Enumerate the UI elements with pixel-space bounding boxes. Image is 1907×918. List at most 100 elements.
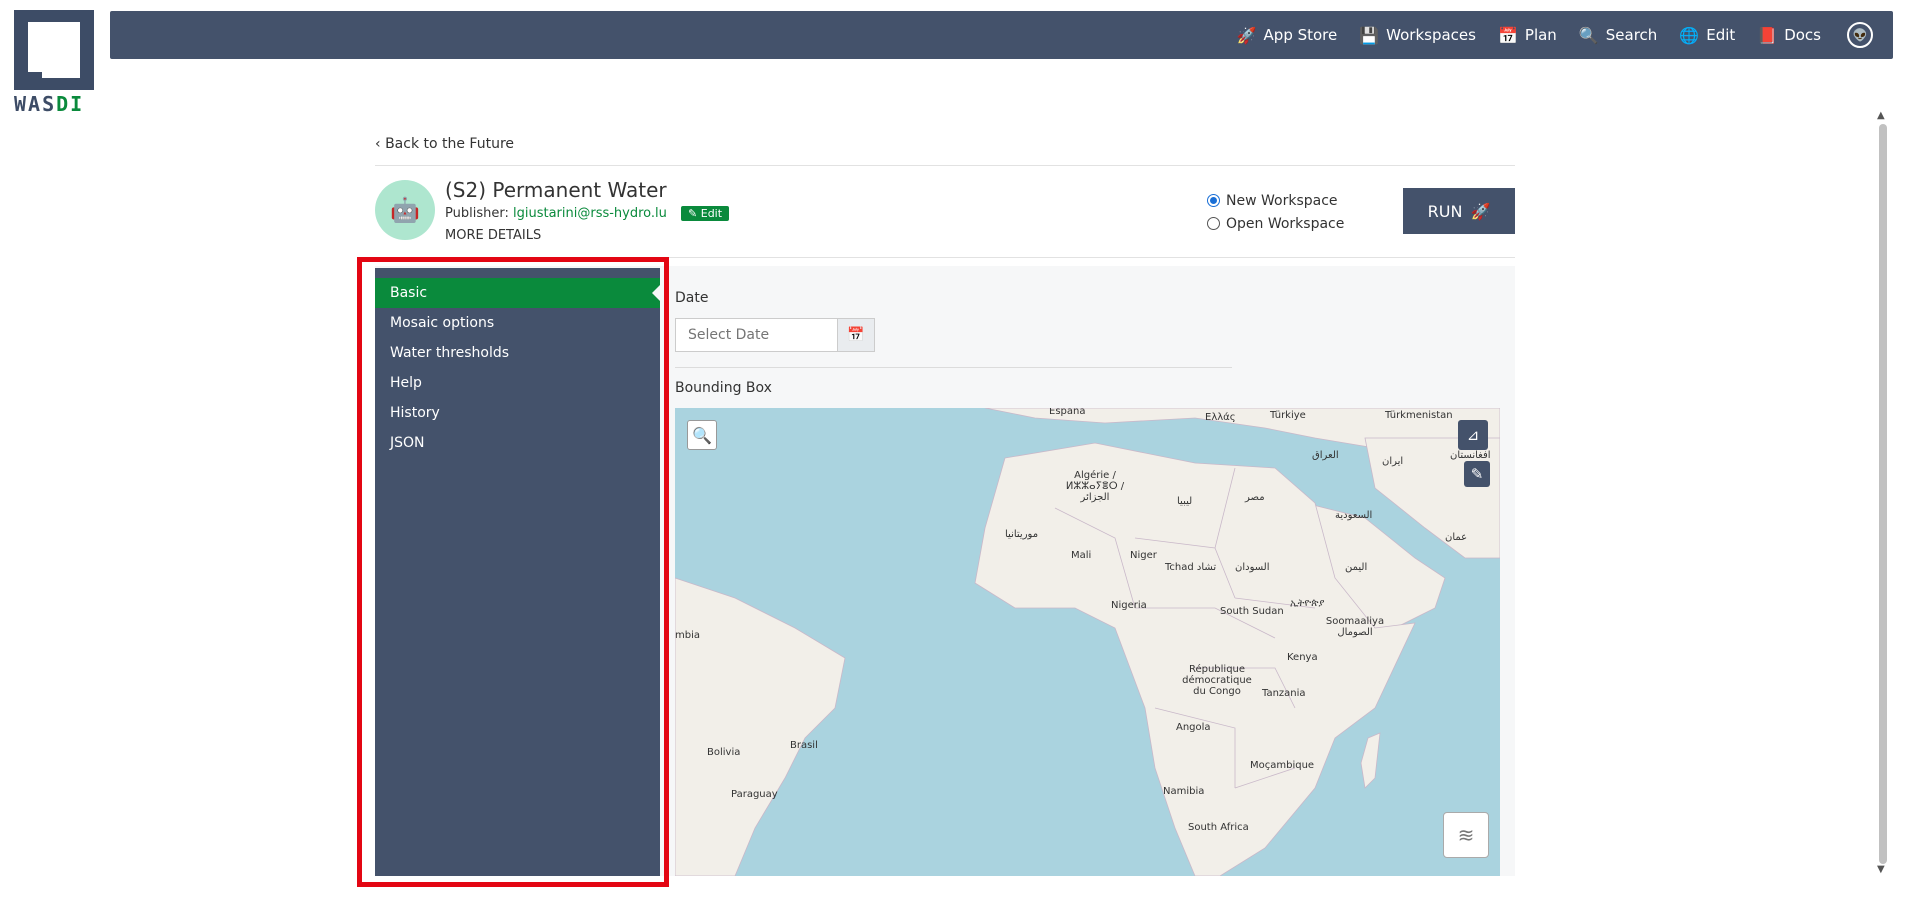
nav-edit[interactable]: 🌐 Edit (1679, 26, 1735, 45)
map-label: السودان (1235, 562, 1270, 573)
map-layers-button[interactable]: ≋ (1443, 812, 1489, 858)
open-workspace-radio[interactable]: Open Workspace (1207, 212, 1344, 235)
back-link[interactable]: ‹ Back to the Future (375, 136, 514, 152)
bounding-box-label: Bounding Box (675, 380, 772, 396)
map-label: ليبيا (1177, 496, 1193, 507)
map-label: Kenya (1287, 652, 1318, 663)
radio-label: Open Workspace (1226, 215, 1345, 232)
map-label: mbia (675, 630, 700, 641)
map-label: ኢትዮጵያ (1290, 598, 1325, 609)
map-label: Türkmenistan (1385, 410, 1453, 421)
page-scrollbar[interactable]: ▲ ▼ (1872, 110, 1894, 880)
book-icon: 📕 (1757, 25, 1778, 45)
map-label: افغانستان (1450, 450, 1491, 461)
map-label: South Sudan (1220, 606, 1284, 617)
map-label: République démocratique du Congo (1182, 664, 1252, 697)
map-label: Soomaaliya الصومال (1325, 616, 1385, 638)
map-label: Tchad تشاد (1165, 562, 1217, 573)
logo-mark (14, 10, 94, 90)
map-label: Namibia (1163, 786, 1205, 797)
publisher-line: Publisher: lgiustarini@rss-hydro.lu ✎ Ed… (445, 206, 730, 221)
new-workspace-radio[interactable]: New Workspace (1207, 189, 1344, 212)
date-label: Date (675, 290, 709, 306)
radio-label: New Workspace (1226, 192, 1338, 209)
map-label: العراق (1312, 450, 1339, 461)
map-label: ایران (1382, 456, 1404, 467)
sidebar-item-mosaic-options[interactable]: Mosaic options (375, 308, 660, 338)
publisher-email-link[interactable]: lgiustarini@rss-hydro.lu (513, 206, 667, 221)
map-label: Tanzania (1262, 688, 1306, 699)
wasdi-logo[interactable]: WASDI (14, 10, 94, 116)
user-avatar-icon[interactable]: 👽 (1847, 22, 1873, 48)
calendar-icon[interactable]: 📅 (837, 318, 875, 352)
date-input[interactable] (675, 318, 838, 352)
edit-icon: ✎ (1470, 465, 1484, 483)
nav-label: App Store (1263, 26, 1338, 44)
publisher-label: Publisher: (445, 206, 509, 221)
divider (375, 165, 1515, 166)
sidebar-item-basic[interactable]: Basic (375, 278, 660, 308)
nav-label: Plan (1524, 26, 1557, 44)
map-label: Paraguay (731, 789, 778, 800)
map-label: Angola (1176, 722, 1211, 733)
sidebar-item-water-thresholds[interactable]: Water thresholds (375, 338, 660, 368)
scroll-down-icon[interactable]: ▼ (1877, 864, 1885, 875)
scroll-up-icon[interactable]: ▲ (1877, 110, 1885, 121)
calendar-icon: 📅 (1497, 25, 1518, 45)
radio-checked-icon (1207, 194, 1220, 207)
rocket-icon: 🚀 (1236, 25, 1257, 45)
map-label: Türkiye (1270, 410, 1306, 421)
map-edit-tool-button[interactable]: ✎ (1464, 461, 1490, 487)
save-icon: 💾 (1359, 25, 1380, 45)
nav-label: Search (1605, 26, 1658, 44)
params-sidebar: Basic Mosaic options Water thresholds He… (375, 268, 660, 876)
sidebar-item-help[interactable]: Help (375, 368, 660, 398)
radio-unchecked-icon (1207, 217, 1220, 230)
map-label: Bolivia (707, 747, 741, 758)
sidebar-item-json[interactable]: JSON (375, 428, 660, 458)
map-label: Algérie / ⵍⵣⵣⴰⵢⴻⵔ / الجزائر (1065, 470, 1125, 503)
map-label: Nigeria (1111, 600, 1147, 611)
run-button[interactable]: RUN 🚀 (1403, 188, 1515, 234)
globe-icon: 🌐 (1679, 25, 1700, 45)
nav-label: Docs (1784, 26, 1821, 44)
sidebar-item-history[interactable]: History (375, 398, 660, 428)
nav-workspaces[interactable]: 💾 Workspaces (1359, 26, 1476, 45)
nav-app-store[interactable]: 🚀 App Store (1237, 26, 1338, 45)
map-label: مصر (1245, 492, 1265, 503)
map-label: Moçambique (1250, 760, 1315, 771)
run-label: RUN (1427, 201, 1463, 221)
nav-search[interactable]: 🔍 Search (1579, 26, 1657, 45)
nav-label: Edit (1706, 26, 1736, 44)
more-details-link[interactable]: MORE DETAILS (445, 228, 541, 243)
map-label: España (1049, 408, 1086, 417)
divider (375, 257, 1515, 258)
map-search-button[interactable]: 🔍 (687, 420, 717, 450)
map-label: Mali (1071, 550, 1092, 561)
map-label: السعودية (1335, 510, 1373, 521)
edit-label: Edit (700, 207, 723, 220)
nav-plan[interactable]: 📅 Plan (1498, 26, 1557, 45)
scroll-thumb[interactable] (1879, 124, 1887, 864)
map-label: موريتانيا (1005, 529, 1039, 540)
map-label: عمان (1445, 532, 1468, 543)
bounding-box-map[interactable]: España Ελλάς Türkiye Türkmenistan Algéri… (675, 408, 1500, 876)
rocket-icon: 🚀 (1470, 201, 1491, 221)
map-label: South Africa (1188, 822, 1249, 833)
search-icon: 🔍 (692, 425, 712, 445)
compass-icon: ⊿ (1466, 426, 1480, 444)
map-draw-tool-button[interactable]: ⊿ (1458, 420, 1488, 450)
divider (675, 367, 1232, 368)
app-avatar: 🤖 (375, 180, 435, 240)
logo-text: WASDI (14, 92, 85, 116)
top-navbar: 🚀 App Store 💾 Workspaces 📅 Plan 🔍 Search 🌐 Ed… (110, 11, 1893, 59)
edit-app-button[interactable]: ✎ Edit (681, 206, 730, 221)
map-label: اليمن (1345, 562, 1368, 573)
back-link-label: Back to the Future (385, 136, 515, 152)
map-label: Ελλάς (1205, 412, 1236, 423)
app-title: (S2) Permanent Water (445, 178, 667, 202)
nav-label: Workspaces (1386, 26, 1476, 44)
search-icon: 🔍 (1578, 25, 1599, 45)
nav-docs[interactable]: 📕 Docs (1757, 26, 1821, 45)
map-label: Brasil (790, 740, 818, 751)
